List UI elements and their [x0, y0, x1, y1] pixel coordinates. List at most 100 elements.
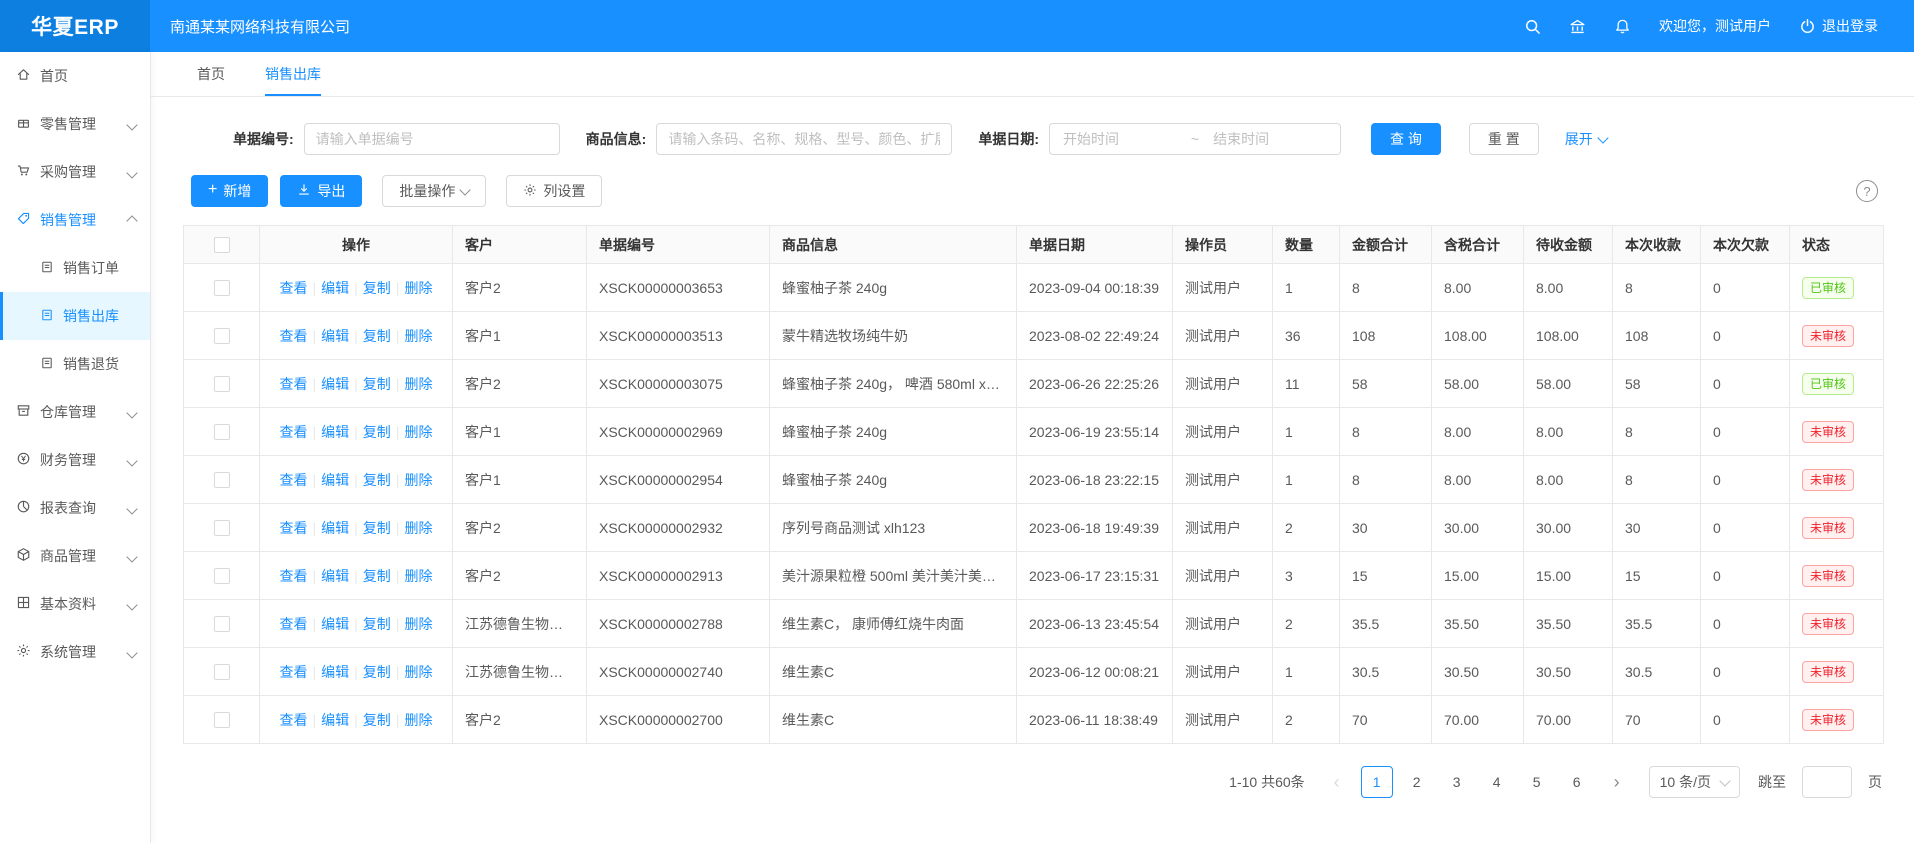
tab-sales-outbound[interactable]: 销售出库 [265, 52, 321, 96]
table-row: 查看|编辑|复制|删除 客户1 XSCK00000002954 蜂蜜柚子茶 24… [184, 456, 1884, 504]
row-checkbox[interactable] [214, 712, 230, 728]
search-button[interactable]: 查 询 [1371, 123, 1441, 155]
copy-link[interactable]: 复制 [363, 568, 391, 584]
tab-home[interactable]: 首页 [197, 52, 225, 96]
row-checkbox[interactable] [214, 424, 230, 440]
row-checkbox[interactable] [214, 280, 230, 296]
delete-link[interactable]: 删除 [404, 664, 432, 680]
sidebar-item-sales-return[interactable]: 销售退货 [0, 340, 150, 388]
reset-button[interactable]: 重 置 [1469, 123, 1539, 155]
row-checkbox[interactable] [214, 616, 230, 632]
edit-link[interactable]: 编辑 [321, 424, 349, 440]
delete-link[interactable]: 删除 [404, 568, 432, 584]
material-info-input[interactable] [656, 123, 952, 155]
delete-link[interactable]: 删除 [404, 712, 432, 728]
date-start-input[interactable] [1061, 130, 1179, 148]
copy-link[interactable]: 复制 [363, 376, 391, 392]
delete-link[interactable]: 删除 [404, 280, 432, 296]
add-button[interactable]: + 新增 [191, 175, 268, 207]
page-number[interactable]: 3 [1441, 766, 1473, 798]
edit-link[interactable]: 编辑 [321, 712, 349, 728]
sidebar-item-sales-outbound[interactable]: 销售出库 [0, 292, 150, 340]
search-icon[interactable] [1524, 18, 1541, 35]
select-all-checkbox[interactable] [214, 237, 230, 253]
bill-no-input[interactable] [304, 123, 560, 155]
edit-link[interactable]: 编辑 [321, 280, 349, 296]
copy-link[interactable]: 复制 [363, 520, 391, 536]
edit-link[interactable]: 编辑 [321, 520, 349, 536]
view-link[interactable]: 查看 [280, 520, 308, 536]
edit-link[interactable]: 编辑 [321, 328, 349, 344]
date-range-picker[interactable]: ~ [1049, 123, 1341, 155]
sidebar-item-reports[interactable]: 报表查询 [0, 484, 150, 532]
edit-link[interactable]: 编辑 [321, 568, 349, 584]
view-link[interactable]: 查看 [280, 712, 308, 728]
view-link[interactable]: 查看 [280, 616, 308, 632]
prev-page-button[interactable]: ‹ [1321, 766, 1353, 798]
view-link[interactable]: 查看 [280, 568, 308, 584]
column-settings-button[interactable]: 列设置 [506, 175, 602, 207]
view-link[interactable]: 查看 [280, 328, 308, 344]
delete-link[interactable]: 删除 [404, 376, 432, 392]
logout-button[interactable]: 退出登录 [1799, 16, 1878, 36]
export-button[interactable]: 导出 [280, 175, 362, 207]
delete-link[interactable]: 删除 [404, 472, 432, 488]
next-page-button[interactable]: › [1601, 766, 1633, 798]
copy-link[interactable]: 复制 [363, 280, 391, 296]
page-number[interactable]: 5 [1521, 766, 1553, 798]
copy-link[interactable]: 复制 [363, 424, 391, 440]
sidebar-item-system[interactable]: 系统管理 [0, 628, 150, 676]
row-checkbox[interactable] [214, 568, 230, 584]
sidebar-item-retail[interactable]: 零售管理 [0, 100, 150, 148]
view-link[interactable]: 查看 [280, 424, 308, 440]
help-icon[interactable]: ? [1856, 180, 1878, 202]
edit-link[interactable]: 编辑 [321, 616, 349, 632]
receivable-cell: 30.50 [1524, 648, 1613, 696]
batch-actions-button[interactable]: 批量操作 [382, 175, 486, 207]
page-size-select[interactable]: 10 条/页 [1649, 766, 1740, 798]
sidebar-item-purchase[interactable]: 采购管理 [0, 148, 150, 196]
sidebar-item-finance[interactable]: 财务管理 [0, 436, 150, 484]
delete-link[interactable]: 删除 [404, 424, 432, 440]
row-checkbox[interactable] [214, 664, 230, 680]
welcome-user-text[interactable]: 欢迎您，测试用户 [1659, 16, 1771, 36]
edit-link[interactable]: 编辑 [321, 664, 349, 680]
view-link[interactable]: 查看 [280, 664, 308, 680]
view-link[interactable]: 查看 [280, 376, 308, 392]
copy-link[interactable]: 复制 [363, 328, 391, 344]
delete-link[interactable]: 删除 [404, 520, 432, 536]
row-checkbox[interactable] [214, 520, 230, 536]
sidebar-item-home[interactable]: 首页 [0, 52, 150, 100]
view-link[interactable]: 查看 [280, 280, 308, 296]
copy-link[interactable]: 复制 [363, 616, 391, 632]
copy-link[interactable]: 复制 [363, 472, 391, 488]
page-number[interactable]: 6 [1561, 766, 1593, 798]
copy-link[interactable]: 复制 [363, 664, 391, 680]
building-icon[interactable] [1569, 18, 1586, 35]
page-number[interactable]: 1 [1361, 766, 1393, 798]
expand-link[interactable]: 展开 [1565, 129, 1607, 149]
col-header-operator: 操作员 [1173, 226, 1273, 264]
tax-total-cell: 8.00 [1432, 408, 1524, 456]
sidebar-item-sales[interactable]: 销售管理 [0, 196, 150, 244]
edit-link[interactable]: 编辑 [321, 472, 349, 488]
copy-link[interactable]: 复制 [363, 712, 391, 728]
edit-link[interactable]: 编辑 [321, 376, 349, 392]
sidebar-item-commodity[interactable]: 商品管理 [0, 532, 150, 580]
page-number[interactable]: 4 [1481, 766, 1513, 798]
sidebar-item-basic-data[interactable]: 基本资料 [0, 580, 150, 628]
row-checkbox[interactable] [214, 376, 230, 392]
row-checkbox[interactable] [214, 328, 230, 344]
view-link[interactable]: 查看 [280, 472, 308, 488]
date-end-input[interactable] [1211, 130, 1329, 148]
sidebar-item-warehouse[interactable]: 仓库管理 [0, 388, 150, 436]
delete-link[interactable]: 删除 [404, 616, 432, 632]
page-number[interactable]: 2 [1401, 766, 1433, 798]
bell-icon[interactable] [1614, 18, 1631, 35]
delete-link[interactable]: 删除 [404, 328, 432, 344]
row-checkbox[interactable] [214, 472, 230, 488]
jump-page-input[interactable] [1802, 766, 1852, 798]
actions-cell: 查看|编辑|复制|删除 [260, 696, 453, 744]
sidebar-item-sales-order[interactable]: 销售订单 [0, 244, 150, 292]
col-header-status: 状态 [1790, 226, 1884, 264]
